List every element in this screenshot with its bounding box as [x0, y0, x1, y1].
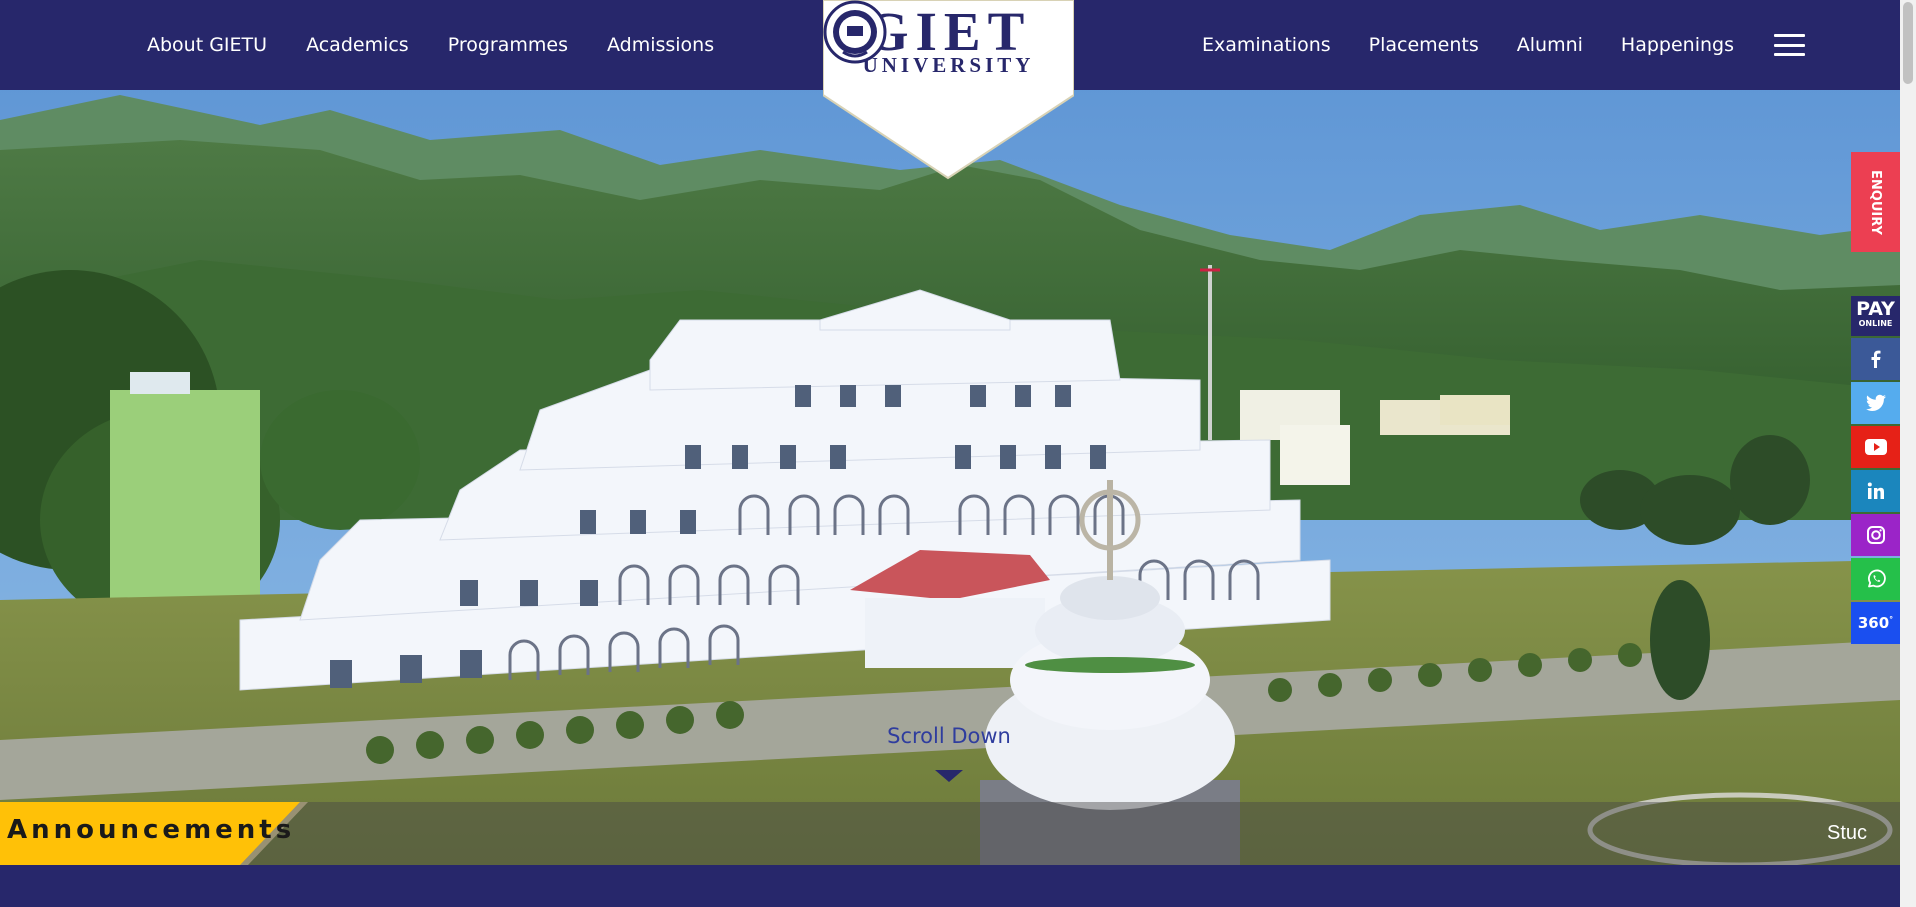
scrollbar-thumb[interactable] [1903, 2, 1913, 84]
university-logo[interactable]: GIET UNIVERSITY [823, 0, 1074, 180]
nav-left-group: About GIETU Academics Programmes Admissi… [147, 0, 753, 90]
nav-alumni[interactable]: Alumni [1517, 34, 1583, 56]
virtual-tour-link[interactable]: 360° [1851, 602, 1900, 644]
twitter-icon [1865, 394, 1886, 411]
whatsapp-link[interactable] [1851, 558, 1900, 600]
nav-examinations[interactable]: Examinations [1202, 34, 1331, 56]
whatsapp-icon [1867, 569, 1886, 588]
nav-programmes[interactable]: Programmes [448, 34, 568, 56]
pay-online-sublabel: ONLINE [1858, 319, 1893, 328]
pay-online-button[interactable]: PAY ONLINE [1851, 296, 1900, 336]
hamburger-menu-icon[interactable] [1774, 34, 1805, 56]
facebook-icon [1871, 350, 1880, 368]
instagram-link[interactable] [1851, 514, 1900, 556]
nav-right-group: Examinations Placements Alumni Happening… [1202, 0, 1805, 90]
twitter-link[interactable] [1851, 382, 1900, 424]
footer-strip [0, 865, 1900, 907]
nav-academics[interactable]: Academics [306, 34, 409, 56]
announcement-ticker-text[interactable]: Stuc [1827, 822, 1887, 845]
enquiry-label: ENQUIRY [1868, 169, 1884, 235]
nav-about-gietu[interactable]: About GIETU [147, 34, 267, 56]
nav-happenings[interactable]: Happenings [1621, 34, 1734, 56]
linkedin-link[interactable] [1851, 470, 1900, 512]
nav-admissions[interactable]: Admissions [607, 34, 714, 56]
scroll-down-arrow-icon[interactable] [935, 770, 963, 782]
page-scrollbar[interactable] [1900, 0, 1916, 907]
tour-360-icon: 360° [1857, 614, 1894, 632]
announcements-title: Announcements [7, 815, 296, 845]
facebook-link[interactable] [1851, 338, 1900, 380]
announcements-label[interactable]: Announcements [0, 802, 310, 865]
instagram-icon [1866, 526, 1885, 544]
youtube-link[interactable] [1851, 426, 1900, 468]
enquiry-button[interactable]: ENQUIRY [1851, 152, 1900, 252]
pay-online-label: PAY [1856, 298, 1895, 320]
youtube-icon [1864, 439, 1887, 455]
university-seal-icon [823, 0, 887, 64]
linkedin-icon [1867, 482, 1884, 499]
scroll-down-link[interactable]: Scroll Down [849, 724, 1049, 748]
social-links-stack: PAY ONLINE 360° [1851, 296, 1900, 644]
nav-placements[interactable]: Placements [1369, 34, 1479, 56]
